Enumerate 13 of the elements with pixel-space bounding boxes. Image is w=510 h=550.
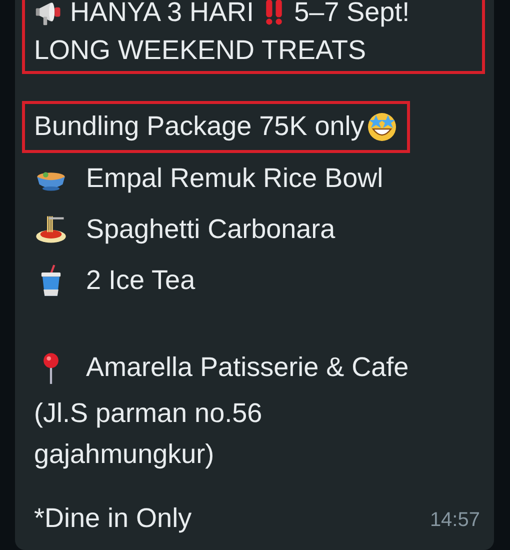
star-eyes-face-icon	[366, 110, 398, 142]
timestamp: 14:57	[430, 509, 480, 532]
headline-text: HANYA 3 HARI	[70, 0, 254, 28]
address-text: (Jl.S parman no.56	[34, 398, 262, 429]
menu-item-text: Spaghetti Carbonara	[86, 214, 336, 245]
package-text: Bundling Package 75K only	[34, 110, 364, 142]
menu-item-text: Empal Remuk Rice Bowl	[86, 163, 384, 194]
note-text: *Dine in Only	[34, 503, 192, 534]
subline-text: LONG WEEKEND TREATS	[34, 34, 366, 66]
date-text: 5–7 Sept!	[294, 0, 410, 28]
menu-item-text: 2 Ice Tea	[86, 265, 196, 296]
location-name: Amarella Patisserie & Cafe	[86, 352, 409, 383]
address-text: gajahmungkur)	[34, 439, 214, 470]
